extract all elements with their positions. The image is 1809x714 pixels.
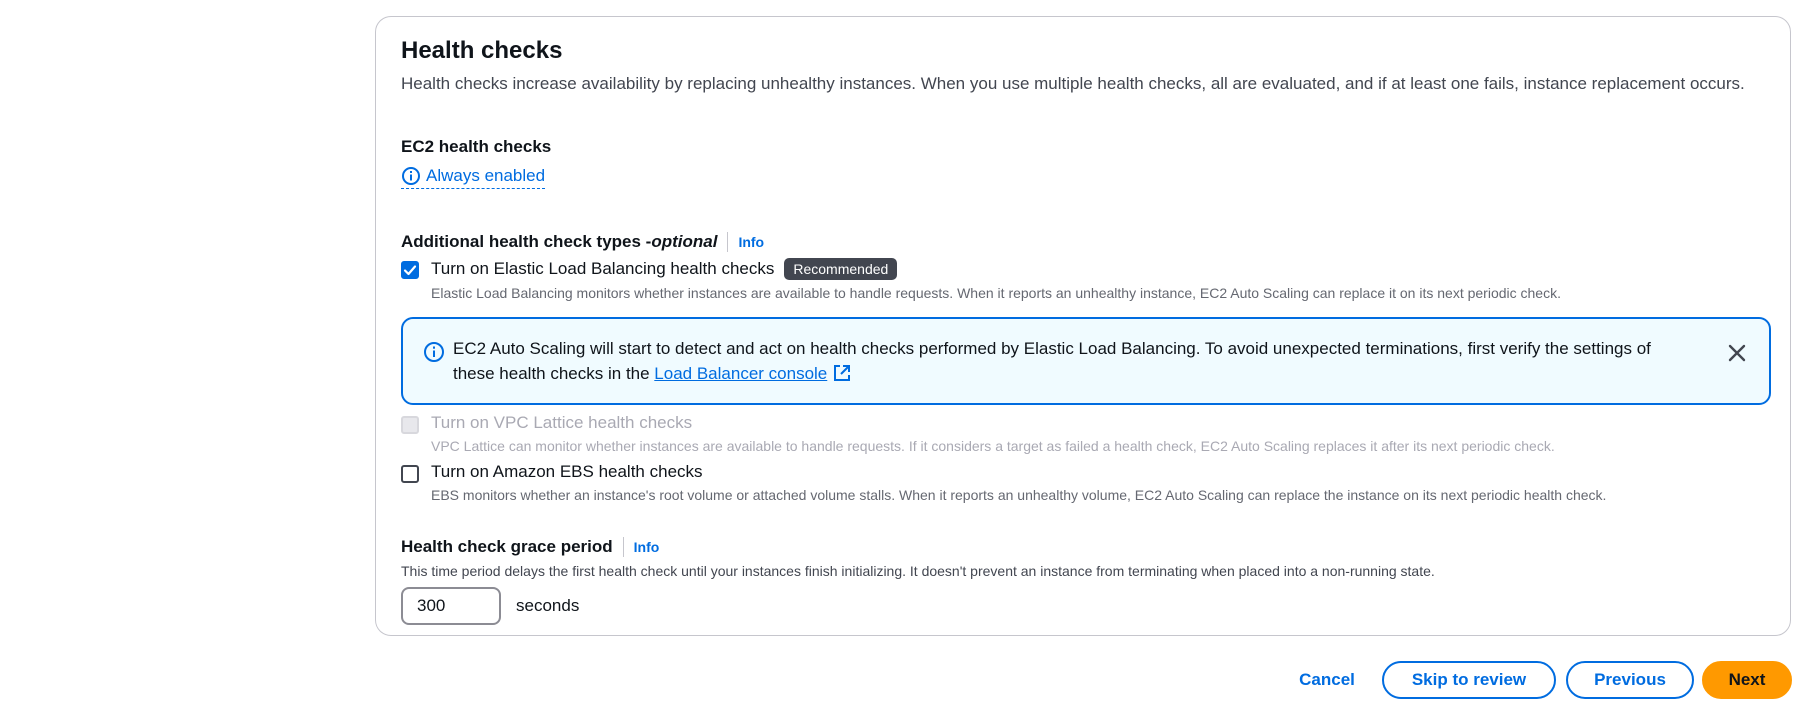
divider: [622, 537, 624, 557]
cancel-button[interactable]: Cancel: [1277, 661, 1377, 699]
additional-checks-header: Additional health check types - optional…: [401, 232, 764, 252]
close-icon[interactable]: [1725, 341, 1749, 365]
additional-checks-label: Additional health check types -: [401, 232, 652, 251]
recommended-badge: Recommended: [784, 258, 898, 280]
elb-health-check-label-row: Turn on Elastic Load Balancing health ch…: [431, 258, 1561, 280]
optional-label: optional: [651, 232, 718, 251]
vpc-lattice-health-check-option: Turn on VPC Lattice health checks VPC La…: [401, 413, 1555, 455]
previous-button[interactable]: Previous: [1566, 661, 1694, 699]
grace-period-input[interactable]: [401, 587, 501, 625]
elb-health-check-checkbox[interactable]: [401, 261, 419, 279]
grace-period-header: Health check grace period Info: [401, 537, 659, 557]
always-enabled-link[interactable]: Always enabled: [401, 166, 546, 189]
alert-message: EC2 Auto Scaling will start to detect an…: [453, 336, 1673, 386]
elb-health-check-help: Elastic Load Balancing monitors whether …: [431, 285, 1561, 301]
info-circle-icon: [402, 167, 420, 185]
always-enabled-text: Always enabled: [426, 166, 546, 185]
health-checks-panel: Health checks Health checks increase ava…: [375, 16, 1791, 636]
elb-health-check-label: Turn on Elastic Load Balancing health ch…: [431, 259, 775, 278]
vpc-lattice-health-check-label: Turn on VPC Lattice health checks: [431, 413, 693, 432]
ebs-health-check-help: EBS monitors whether an instance's root …: [431, 487, 1607, 503]
divider: [727, 232, 729, 252]
vpc-lattice-health-check-checkbox: [401, 416, 419, 434]
grace-period-info-link[interactable]: Info: [634, 539, 660, 555]
section-description: Health checks increase availability by r…: [401, 74, 1745, 93]
vpc-lattice-health-check-help: VPC Lattice can monitor whether instance…: [431, 438, 1555, 454]
elb-info-alert: EC2 Auto Scaling will start to detect an…: [401, 317, 1771, 405]
load-balancer-console-link[interactable]: Load Balancer console: [654, 364, 827, 383]
elb-health-check-option: Turn on Elastic Load Balancing health ch…: [401, 258, 1561, 302]
grace-period-description: This time period delays the first health…: [401, 563, 1435, 579]
alert-text: EC2 Auto Scaling will start to detect an…: [453, 339, 1651, 383]
checkmark-icon: [403, 265, 417, 276]
info-circle-icon: [424, 342, 444, 362]
grace-period-unit: seconds: [516, 596, 580, 615]
section-title: Health checks: [401, 37, 563, 64]
next-button[interactable]: Next: [1702, 661, 1792, 699]
additional-info-link[interactable]: Info: [738, 234, 764, 250]
ebs-health-check-label: Turn on Amazon EBS health checks: [431, 462, 703, 481]
ec2-health-checks-label: EC2 health checks: [401, 137, 552, 156]
external-link-icon[interactable]: [833, 364, 851, 382]
grace-period-label: Health check grace period: [401, 537, 613, 556]
ebs-health-check-option: Turn on Amazon EBS health checks EBS mon…: [401, 462, 1606, 504]
skip-to-review-button[interactable]: Skip to review: [1382, 661, 1556, 699]
ebs-health-check-checkbox[interactable]: [401, 465, 419, 483]
